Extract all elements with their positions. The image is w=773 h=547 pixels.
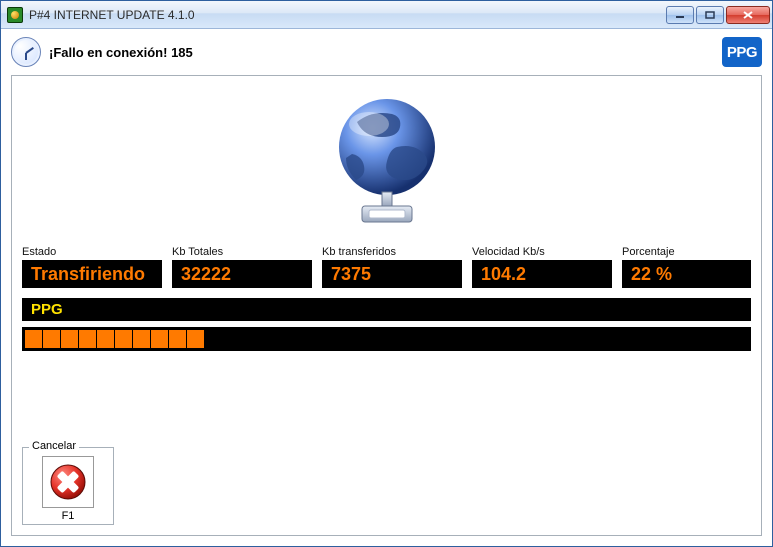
app-window: P#4 INTERNET UPDATE 4.1.0 ¡Fallo en cone…: [0, 0, 773, 547]
globe-graphic-wrap: [22, 86, 751, 246]
cancel-shortcut: F1: [29, 510, 107, 522]
progress-segment: [79, 330, 96, 348]
stat-porcentaje-value: 22 %: [622, 260, 751, 288]
cancel-group-label: Cancelar: [29, 440, 79, 452]
stat-velocidad-value: 104.2: [472, 260, 612, 288]
stat-kb-transferidos-value: 7375: [322, 260, 462, 288]
cancel-button[interactable]: [42, 456, 94, 508]
header-row: ¡Fallo en conexión! 185 PPG: [1, 29, 772, 71]
progress-segment: [133, 330, 150, 348]
titlebar: P#4 INTERNET UPDATE 4.1.0: [1, 1, 772, 29]
clock-icon: [11, 37, 41, 67]
stat-estado: Estado Transfiriendo: [22, 246, 162, 288]
maximize-button[interactable]: [696, 6, 724, 24]
main-panel: Estado Transfiriendo Kb Totales 32222 Kb…: [11, 75, 762, 536]
stat-kb-totales: Kb Totales 32222: [172, 246, 312, 288]
progress-segment: [151, 330, 168, 348]
progress-segment: [43, 330, 60, 348]
minimize-icon: [675, 11, 685, 19]
close-button[interactable]: [726, 6, 770, 24]
progress-segment: [169, 330, 186, 348]
window-title: P#4 INTERNET UPDATE 4.1.0: [29, 8, 666, 22]
stat-estado-value: Transfiriendo: [22, 260, 162, 288]
stat-porcentaje-label: Porcentaje: [622, 246, 751, 258]
stat-estado-label: Estado: [22, 246, 162, 258]
stat-velocidad-label: Velocidad Kb/s: [472, 246, 612, 258]
transfer-name: PPG: [22, 298, 751, 321]
close-icon: [742, 10, 754, 20]
stat-porcentaje: Porcentaje 22 %: [622, 246, 751, 288]
app-icon: [7, 7, 23, 23]
stat-velocidad: Velocidad Kb/s 104.2: [472, 246, 612, 288]
progress-segment: [115, 330, 132, 348]
window-buttons: [666, 6, 770, 24]
progress-segment: [25, 330, 42, 348]
stat-kb-totales-label: Kb Totales: [172, 246, 312, 258]
progress-segment: [61, 330, 78, 348]
stat-kb-transferidos-label: Kb transferidos: [322, 246, 462, 258]
globe-network-icon: [327, 92, 447, 232]
progress-segment: [187, 330, 204, 348]
cancel-group: Cancelar F1: [22, 447, 114, 525]
stat-kb-transferidos: Kb transferidos 7375: [322, 246, 462, 288]
stat-kb-totales-value: 32222: [172, 260, 312, 288]
progress-segment: [97, 330, 114, 348]
status-message: ¡Fallo en conexión! 185: [49, 45, 714, 60]
stats-row: Estado Transfiriendo Kb Totales 32222 Kb…: [22, 246, 751, 288]
maximize-icon: [705, 11, 715, 19]
progress-bar: [22, 327, 751, 351]
ppg-logo: PPG: [722, 37, 762, 67]
cancel-icon: [48, 462, 88, 502]
minimize-button[interactable]: [666, 6, 694, 24]
